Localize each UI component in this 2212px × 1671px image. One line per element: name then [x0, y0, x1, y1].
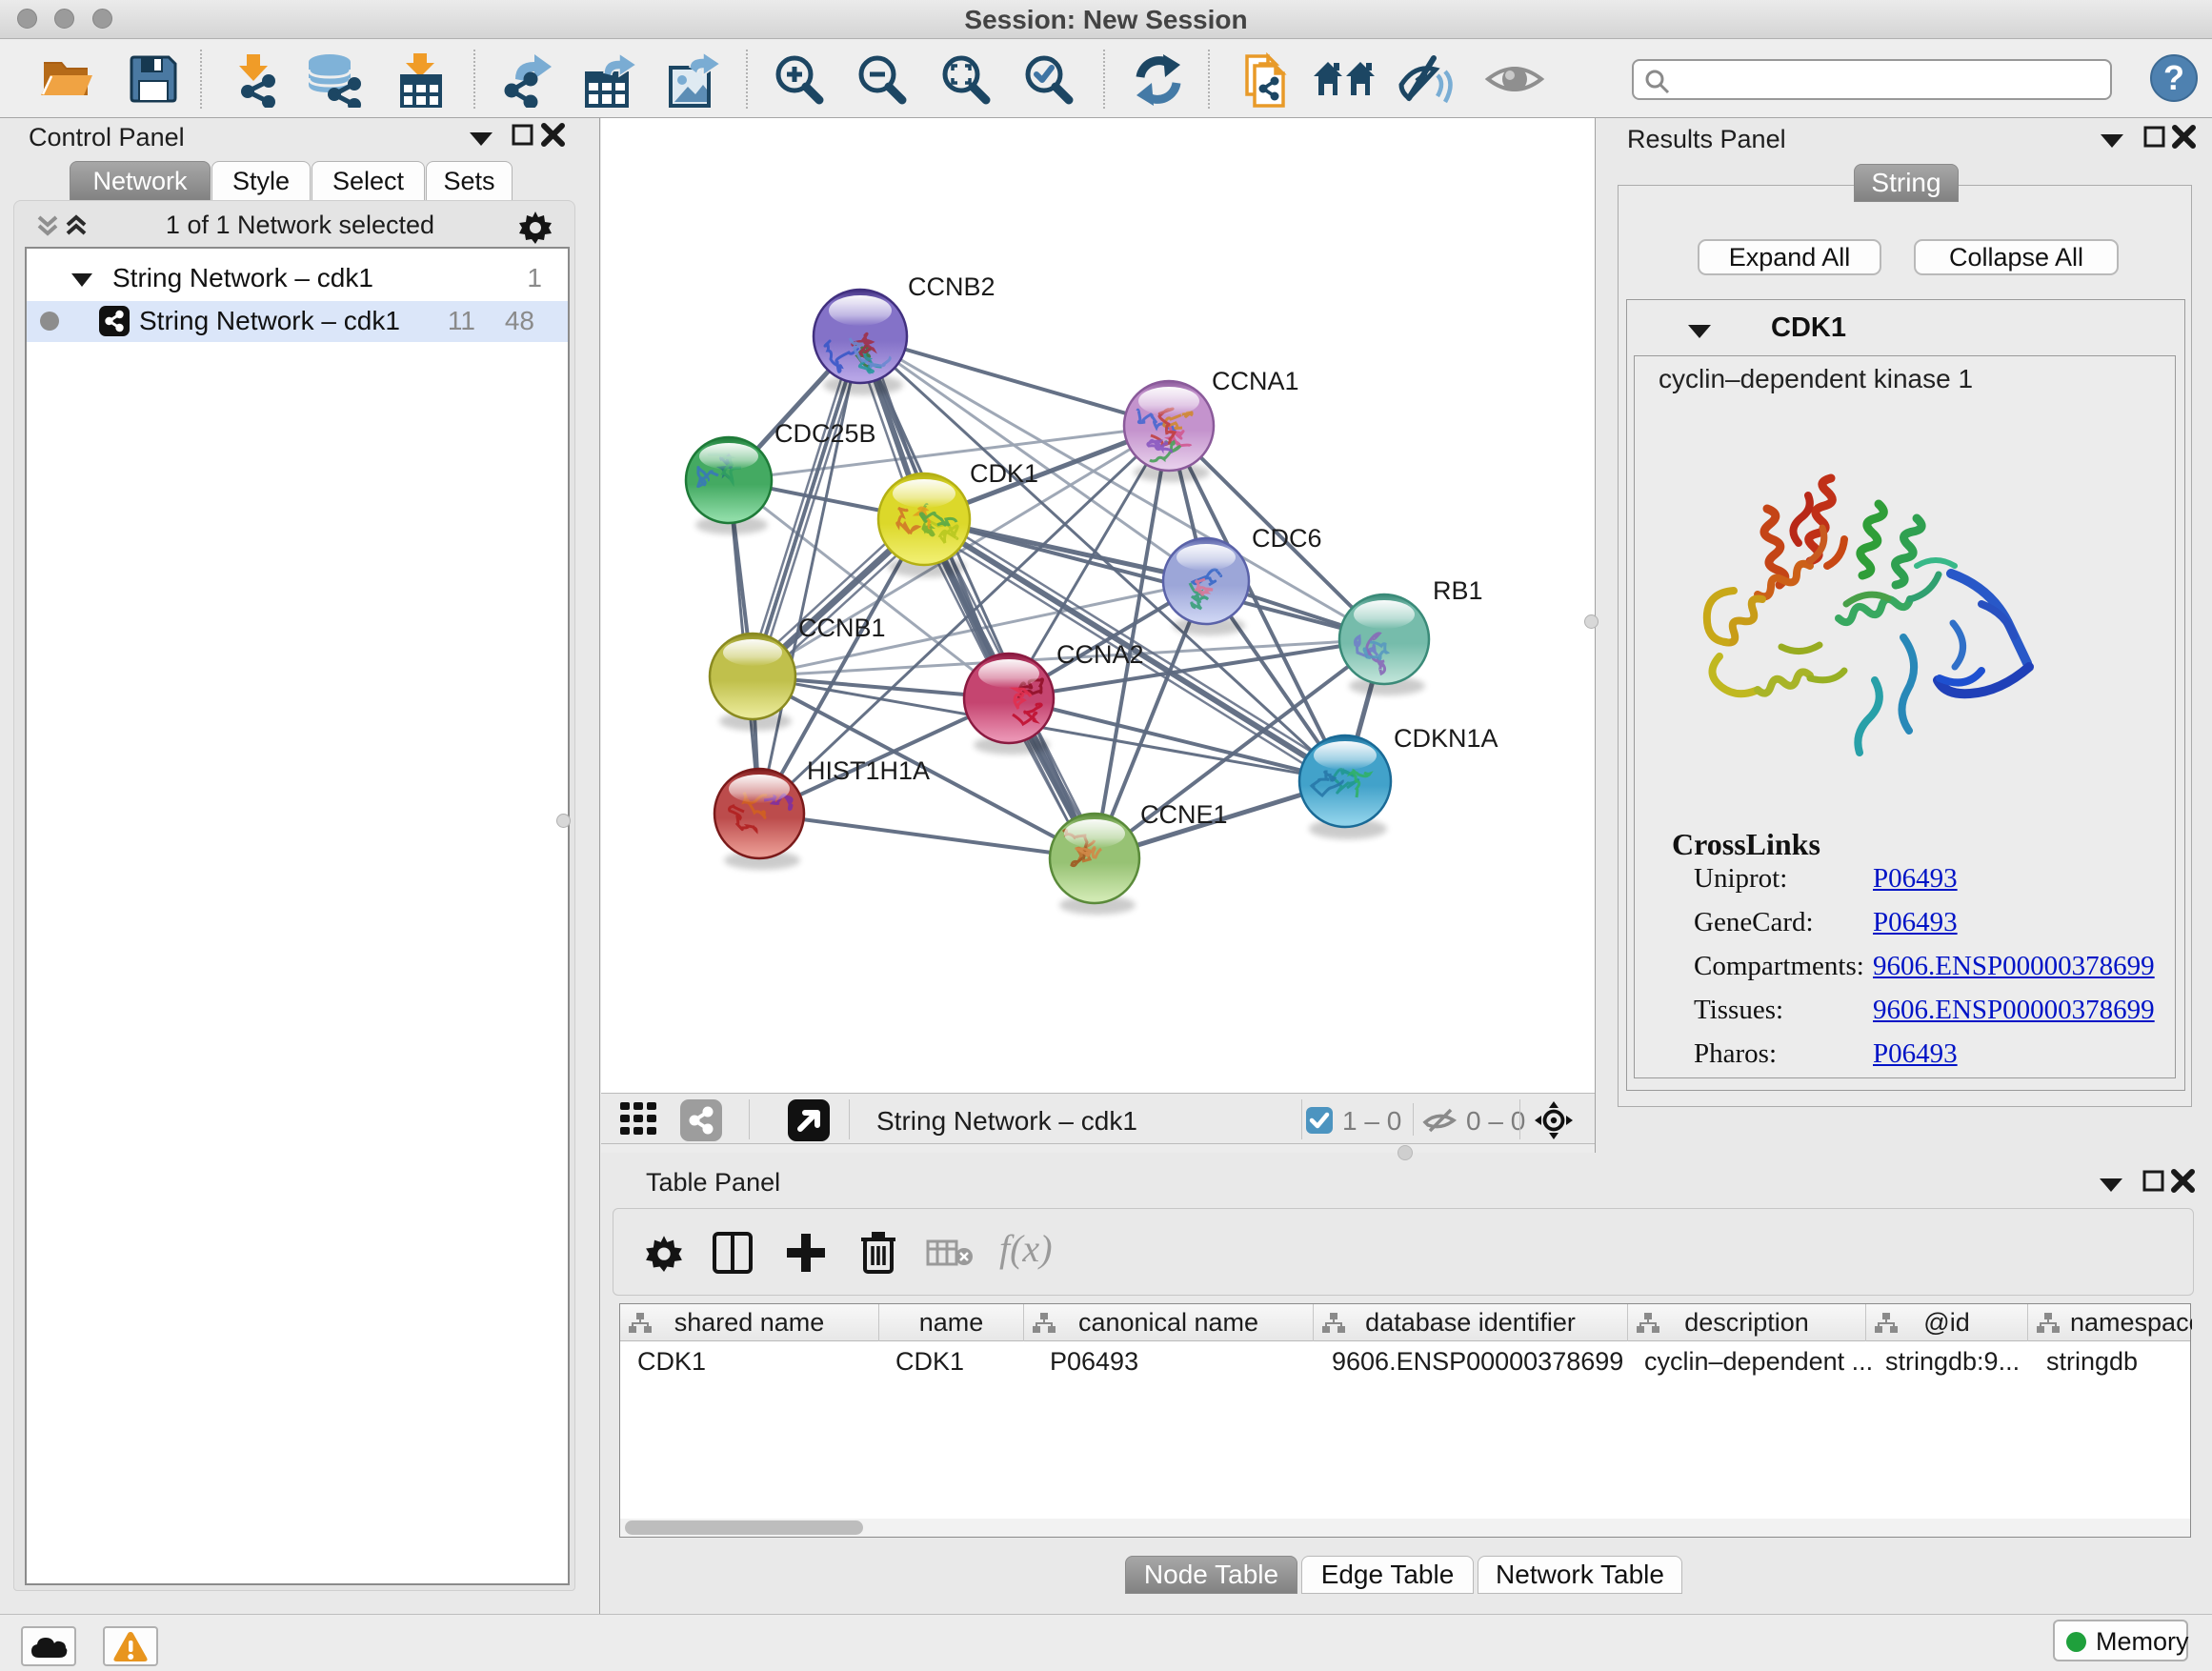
svg-text:CCNA2: CCNA2	[1056, 640, 1144, 669]
svg-text:CCNA1: CCNA1	[1212, 367, 1299, 395]
svg-text:HIST1H1A: HIST1H1A	[807, 756, 930, 785]
svg-text:CCNB1: CCNB1	[798, 614, 886, 642]
svg-text:CDC6: CDC6	[1252, 524, 1322, 553]
svg-text:CCNE1: CCNE1	[1140, 800, 1228, 829]
svg-text:CDK1: CDK1	[970, 459, 1038, 488]
svg-text:CDC25B: CDC25B	[774, 419, 876, 448]
svg-text:CCNB2: CCNB2	[908, 272, 995, 301]
svg-text:CDKN1A: CDKN1A	[1394, 724, 1498, 753]
svg-text:?: ?	[2163, 58, 2184, 97]
svg-text:RB1: RB1	[1433, 576, 1483, 605]
